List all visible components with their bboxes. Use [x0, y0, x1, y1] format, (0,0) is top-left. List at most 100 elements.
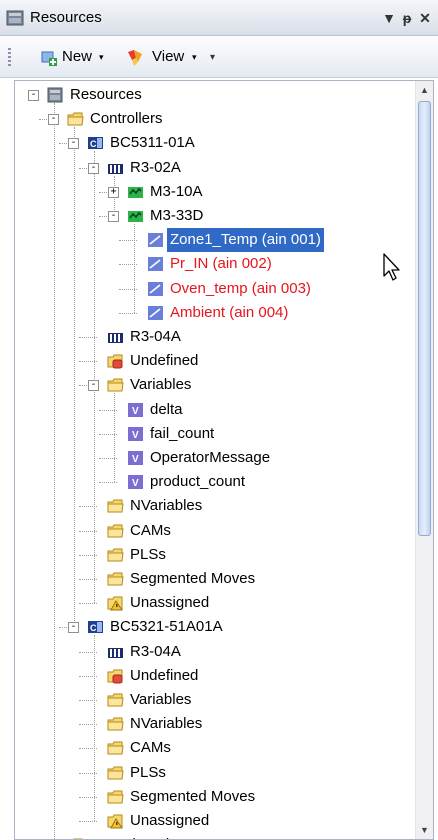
folder-icon: [107, 716, 124, 732]
tree-node[interactable]: Vproduct_count: [15, 470, 413, 494]
folder-icon: [107, 498, 124, 514]
tree-node[interactable]: NVariables: [15, 712, 413, 736]
collapse-button[interactable]: -: [48, 114, 59, 126]
tree-node[interactable]: - Variables: [15, 373, 413, 397]
tree-node[interactable]: Vfail_count: [15, 422, 413, 446]
collapse-button[interactable]: -: [28, 90, 39, 101]
tree-node[interactable]: V OperatorMessage: [15, 446, 413, 470]
tree-node[interactable]: Undefined: [15, 349, 413, 373]
tree-node[interactable]: Segmented Moves: [15, 785, 413, 809]
tree-node-label: CAMs: [130, 739, 171, 757]
pin-button[interactable]: ᵽ: [398, 8, 416, 28]
tree-node[interactable]: - C BC5311-01A: [15, 131, 413, 155]
tree-node[interactable]: PLSs: [15, 543, 413, 567]
tree-node[interactable]: CAMs: [15, 736, 413, 760]
scroll-down-button[interactable]: ▼: [416, 821, 433, 839]
collapse-button[interactable]: -: [68, 622, 79, 634]
tree-node-label: Pr_IN (ain 002): [170, 255, 272, 273]
svg-text:V: V: [132, 454, 139, 465]
tree-node[interactable]: Unassigned: [15, 833, 413, 839]
analog-input-icon: [147, 232, 164, 248]
tree-node[interactable]: Unassigned: [15, 809, 413, 833]
tree-node-label: CAMs: [130, 521, 171, 539]
window-position-dropdown-button[interactable]: ▼: [380, 8, 398, 28]
tree-node-label: Resources: [70, 86, 142, 103]
scroll-up-button[interactable]: ▲: [416, 81, 433, 99]
tree-node-label: Zone1_Temp (ain 001): [166, 227, 325, 254]
rack-icon: [107, 329, 124, 345]
tree-node[interactable]: - Resources: [15, 83, 413, 107]
controller-icon: C: [87, 135, 104, 151]
svg-text:V: V: [132, 430, 139, 441]
undefined-folder-icon: [107, 668, 124, 684]
tree-node-label: M3-33D: [150, 207, 204, 224]
tree-node[interactable]: Variables: [15, 688, 413, 712]
tree-node[interactable]: Zone1_Temp (ain 001): [15, 227, 413, 254]
tree-node-label: BC5311-01A: [110, 134, 195, 152]
tree-node-label: NVariables: [130, 497, 203, 515]
tree-node-label: Unassigned: [87, 833, 172, 839]
tree-node[interactable]: NVariables: [15, 494, 413, 518]
collapse-button[interactable]: -: [68, 138, 79, 150]
view-button[interactable]: View ▾: [126, 46, 210, 68]
rack-icon: [107, 644, 124, 660]
new-dropdown-arrow[interactable]: ▾: [99, 52, 104, 63]
tree-node-label: BC5321-51A01A: [110, 618, 223, 636]
view-dropdown-arrow[interactable]: ▾: [192, 52, 197, 63]
tree-node-label: Oven_temp (ain 003): [170, 279, 311, 297]
tree-node[interactable]: - C BC5321-51A01A: [15, 615, 413, 639]
panel-titlebar: Resources ▼ ᵽ ✕: [0, 0, 438, 36]
undefined-folder-icon: [107, 353, 124, 369]
collapse-button[interactable]: -: [88, 162, 99, 174]
tree-node-label: R3-04A: [130, 642, 181, 660]
tree-node[interactable]: Segmented Moves: [15, 567, 413, 591]
folder-icon: [107, 740, 124, 756]
tree-node-label: Ambient (ain 004): [170, 303, 289, 321]
toolbar-grip[interactable]: [8, 48, 11, 68]
tree-node[interactable]: Unassigned: [15, 591, 413, 615]
tree-node[interactable]: Vdelta: [15, 398, 413, 422]
toolbar-overflow-button[interactable]: ▾: [210, 52, 215, 63]
rack-icon: [107, 160, 124, 176]
tree-node[interactable]: R3-04A: [15, 325, 413, 349]
tree-node[interactable]: - Controllers: [15, 107, 413, 131]
tree-node-label: Variables: [130, 691, 192, 708]
folder-icon: [107, 547, 124, 563]
view-icon: [128, 50, 142, 66]
tree-node[interactable]: - R3-02A: [15, 156, 413, 180]
tree-node[interactable]: CAMs: [15, 519, 413, 543]
tree-node[interactable]: R3-04A: [15, 640, 413, 664]
folder-icon: [107, 789, 124, 805]
tree-node-label: Undefined: [130, 666, 199, 684]
variable-icon: V: [127, 426, 144, 442]
tree-node[interactable]: + M3-10A: [15, 180, 413, 204]
vertical-scrollbar[interactable]: ▲ ▼: [415, 81, 433, 839]
analog-input-icon: [147, 305, 164, 321]
tree-node-label: Variables: [130, 376, 192, 394]
module-icon: [127, 208, 144, 224]
panel-title: Resources: [30, 9, 102, 26]
tree-node[interactable]: PLSs: [15, 761, 413, 785]
collapse-button[interactable]: -: [108, 211, 119, 222]
new-label: New: [62, 48, 93, 65]
expand-button[interactable]: +: [108, 186, 119, 198]
folder-icon: [107, 377, 124, 393]
tree-node-label: Unassigned: [130, 812, 210, 829]
collapse-button[interactable]: -: [88, 380, 99, 392]
close-button[interactable]: ✕: [416, 8, 434, 28]
tree-node[interactable]: Oven_temp (ain 003): [15, 277, 413, 301]
tree-node[interactable]: - M3-33D: [15, 204, 413, 228]
unassigned-folder-icon: [107, 813, 124, 829]
controller-icon: C: [87, 619, 104, 635]
folder-icon: [107, 523, 124, 539]
tree-node[interactable]: Ambient (ain 004): [15, 301, 413, 325]
tree-node-label: delta: [150, 400, 183, 418]
new-button[interactable]: New ▾: [40, 46, 120, 68]
folder-icon: [67, 111, 84, 127]
variable-icon: V: [127, 474, 144, 490]
tree-node[interactable]: Undefined: [15, 664, 413, 688]
tree-node[interactable]: Pr_IN (ain 002): [15, 252, 413, 276]
analog-input-icon: [147, 281, 164, 297]
tree-node-label: OperatorMessage: [150, 449, 271, 466]
scroll-thumb[interactable]: [418, 101, 431, 536]
